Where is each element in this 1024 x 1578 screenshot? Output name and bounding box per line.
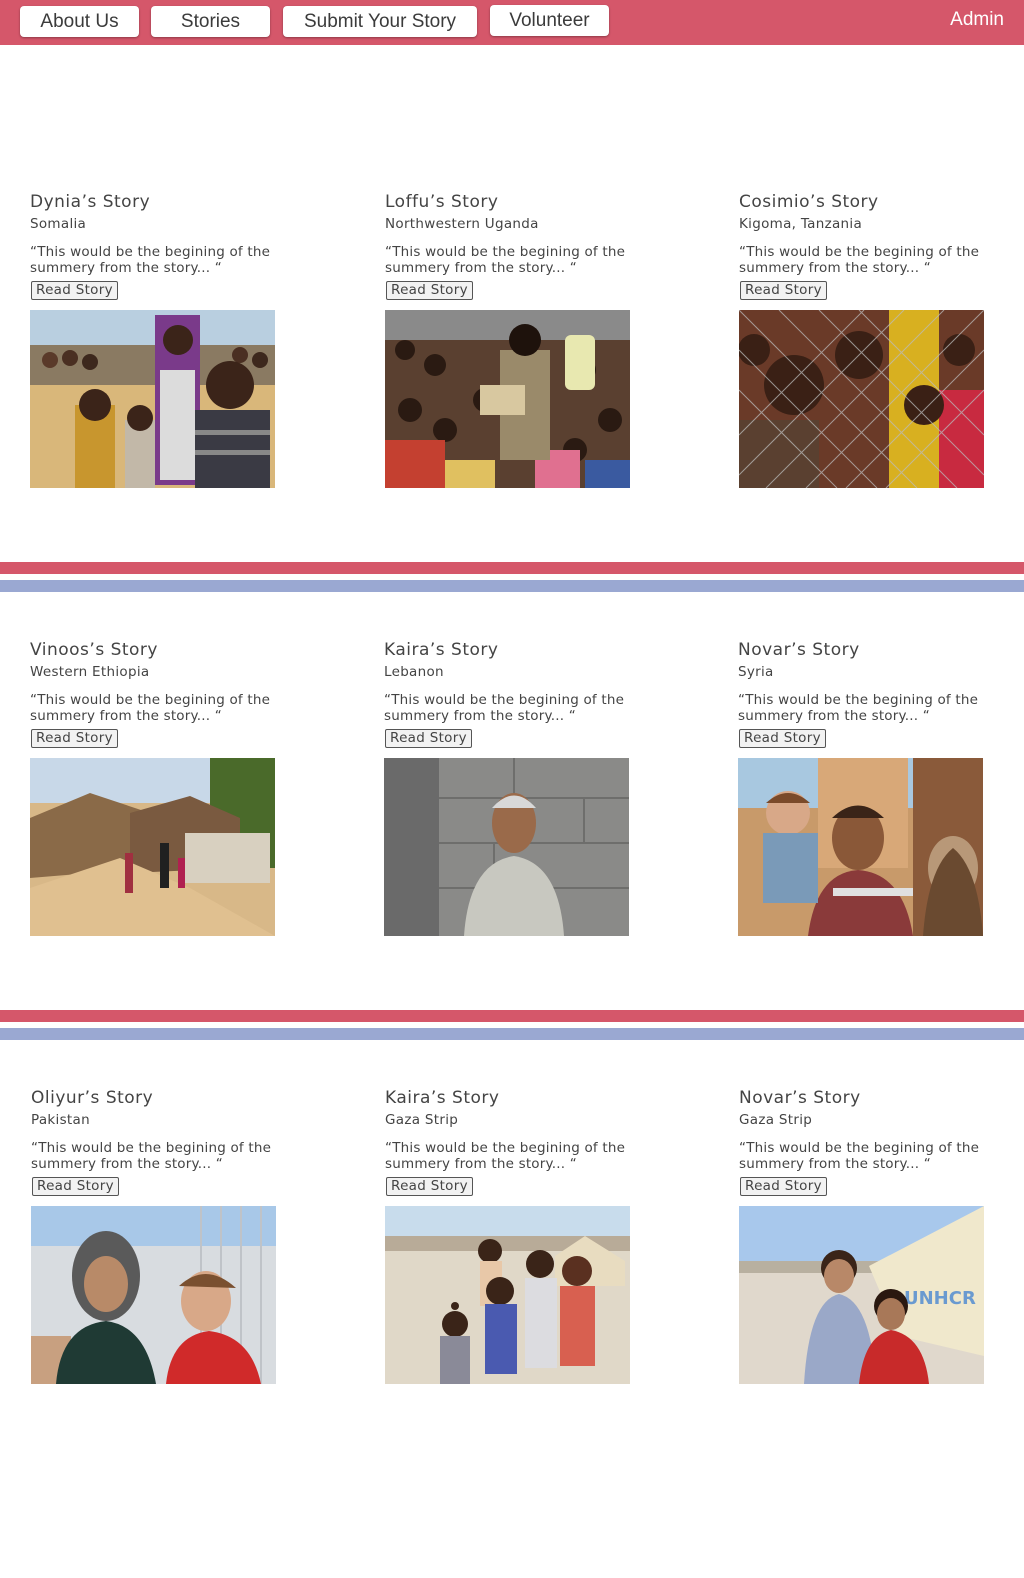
story-card: Novar’s Story Gaza Strip “This would be …	[739, 1087, 989, 1384]
row-divider-blue	[0, 1028, 1024, 1040]
story-summary: “This would be the begining of the summe…	[31, 1140, 272, 1172]
story-location: Kigoma, Tanzania	[739, 216, 863, 232]
row-divider-red	[0, 1010, 1024, 1022]
story-location: Somalia	[30, 216, 87, 232]
refugee-children-crowd-photo	[30, 310, 275, 488]
read-story-button[interactable]: Read Story	[739, 729, 826, 748]
row-divider-red	[0, 562, 1024, 574]
read-story-button[interactable]: Read Story	[740, 1177, 827, 1196]
nav-submit-story-button[interactable]: Submit Your Story	[283, 6, 477, 37]
story-summary: “This would be the begining of the summe…	[384, 692, 625, 724]
story-card: Vinoos’s Story Western Ethiopia “This wo…	[30, 639, 280, 936]
story-card: Novar’s Story Syria “This would be the b…	[738, 639, 988, 936]
father-holding-child-photo	[738, 758, 983, 936]
story-card: Cosimio’s Story Kigoma, Tanzania “This w…	[739, 191, 989, 488]
story-location: Pakistan	[31, 1112, 90, 1128]
girl-and-young-child-photo	[31, 1206, 276, 1384]
story-location: Syria	[738, 664, 774, 680]
children-group-desert-camp-photo	[385, 1206, 630, 1384]
read-story-button[interactable]: Read Story	[31, 281, 118, 300]
story-title: Kaira’s Story	[385, 1088, 500, 1108]
story-location: Gaza Strip	[385, 1112, 459, 1128]
elderly-man-wall-photo	[384, 758, 629, 936]
story-summary: “This would be the begining of the summe…	[30, 244, 271, 276]
story-card: Dynia’s Story Somalia “This would be the…	[30, 191, 280, 488]
story-title: Dynia’s Story	[30, 192, 151, 212]
row-divider-blue	[0, 580, 1024, 592]
nav-about-us-button[interactable]: About Us	[20, 6, 139, 37]
read-story-button[interactable]: Read Story	[32, 1177, 119, 1196]
children-behind-fence-photo	[739, 310, 984, 488]
story-summary: “This would be the begining of the summe…	[739, 1140, 980, 1172]
read-story-button[interactable]: Read Story	[740, 281, 827, 300]
crowd-with-jerrycan-photo	[385, 310, 630, 488]
story-card: Loffu’s Story Northwestern Uganda “This …	[385, 191, 635, 488]
story-summary: “This would be the begining of the summe…	[739, 244, 980, 276]
story-title: Loffu’s Story	[385, 192, 499, 212]
svg-text:UNHCR: UNHCR	[904, 1288, 976, 1309]
story-location: Lebanon	[384, 664, 444, 680]
story-title: Vinoos’s Story	[30, 640, 158, 660]
story-location: Gaza Strip	[739, 1112, 813, 1128]
story-title: Cosimio’s Story	[739, 192, 879, 212]
story-card: Kaira’s Story Lebanon “This would be the…	[384, 639, 634, 936]
read-story-button[interactable]: Read Story	[386, 1177, 473, 1196]
top-nav-bar: About Us Stories Submit Your Story Volun…	[0, 0, 1024, 45]
read-story-button[interactable]: Read Story	[386, 281, 473, 300]
story-card: Oliyur’s Story Pakistan “This would be t…	[31, 1087, 281, 1384]
story-summary: “This would be the begining of the summe…	[738, 692, 979, 724]
story-location: Northwestern Uganda	[385, 216, 539, 232]
story-location: Western Ethiopia	[30, 664, 150, 680]
story-summary: “This would be the begining of the summe…	[30, 692, 271, 724]
camp-huts-hillside-photo	[30, 758, 275, 936]
admin-link[interactable]: Admin	[950, 9, 1004, 31]
story-card: Kaira’s Story Gaza Strip “This would be …	[385, 1087, 635, 1384]
story-summary: “This would be the begining of the summe…	[385, 1140, 626, 1172]
nav-stories-button[interactable]: Stories	[151, 6, 270, 37]
story-summary: “This would be the begining of the summe…	[385, 244, 626, 276]
story-title: Novar’s Story	[739, 1088, 861, 1108]
story-title: Novar’s Story	[738, 640, 860, 660]
read-story-button[interactable]: Read Story	[385, 729, 472, 748]
story-title: Oliyur’s Story	[31, 1088, 154, 1108]
story-title: Kaira’s Story	[384, 640, 499, 660]
two-children-unhcr-tent-photo: UNHCR	[739, 1206, 984, 1384]
nav-volunteer-button[interactable]: Volunteer	[490, 5, 609, 36]
read-story-button[interactable]: Read Story	[31, 729, 118, 748]
